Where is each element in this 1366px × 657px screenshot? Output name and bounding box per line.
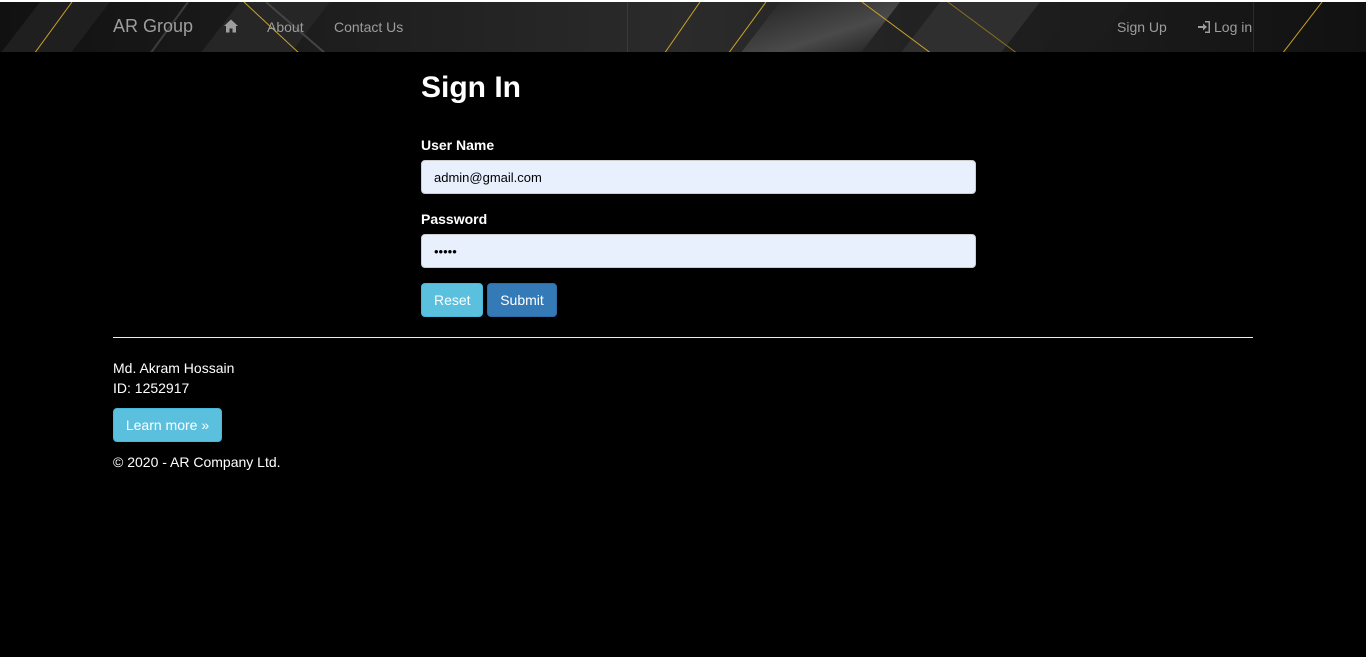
nav-link-sign-up[interactable]: Sign Up: [1117, 19, 1167, 35]
nav-link-contact-us[interactable]: Contact Us: [334, 19, 403, 35]
page-title: Sign In: [421, 71, 521, 104]
nav-link-log-in[interactable]: Log in: [1197, 19, 1252, 35]
log-in-icon: [1198, 21, 1210, 33]
author-name: Md. Akram Hossain: [113, 360, 235, 376]
brand-logo-text[interactable]: AR Group: [113, 16, 193, 36]
submit-button[interactable]: Submit: [487, 283, 557, 317]
navbar: AR Group About Contact Us Sign Up Log in: [0, 0, 1366, 52]
footer-divider: [113, 337, 1253, 338]
username-label: User Name: [421, 137, 495, 153]
author-id: ID: 1252917: [113, 380, 190, 396]
password-label: Password: [421, 211, 488, 227]
nav-link-about[interactable]: About: [267, 19, 304, 35]
copyright-text: © 2020 - AR Company Ltd.: [113, 454, 281, 470]
home-icon[interactable]: [223, 18, 239, 34]
log-in-label: Log in: [1214, 19, 1253, 35]
username-field[interactable]: [421, 160, 976, 194]
learn-more-button[interactable]: Learn more »: [113, 408, 222, 442]
password-field[interactable]: [421, 234, 976, 268]
reset-button[interactable]: Reset: [421, 283, 483, 317]
